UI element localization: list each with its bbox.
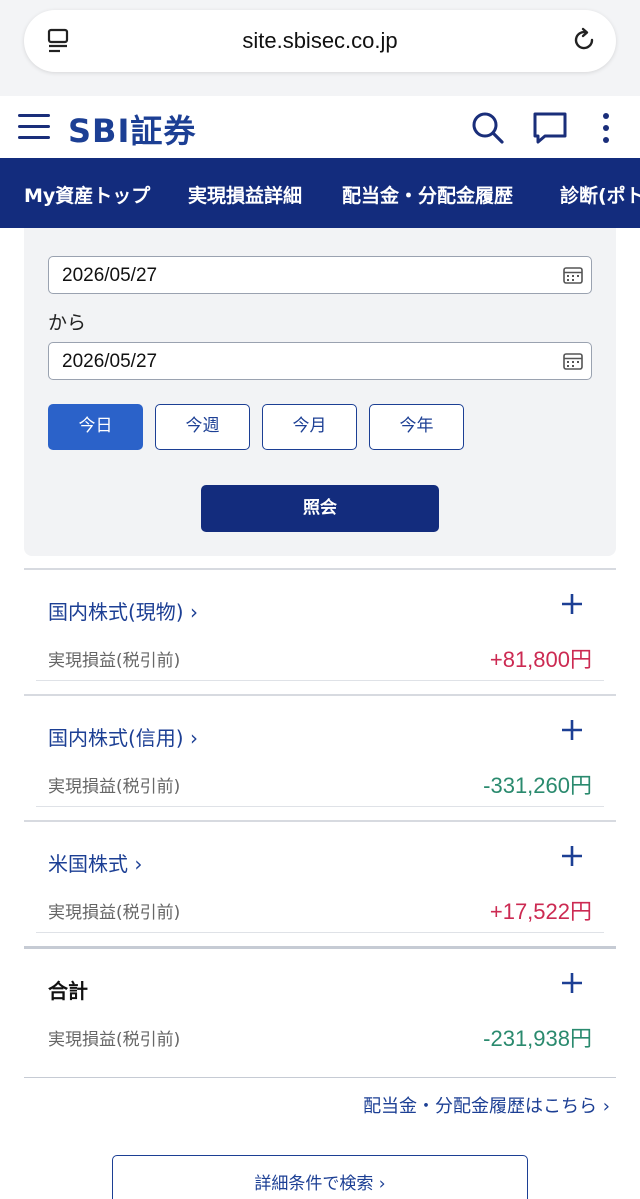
divider xyxy=(24,1077,616,1078)
more-icon[interactable] xyxy=(592,110,620,146)
search-icon[interactable] xyxy=(470,110,506,146)
chevron-right-icon: › xyxy=(134,852,143,876)
chevron-right-icon: › xyxy=(189,726,198,750)
section-title-link[interactable]: 国内株式(信用) › xyxy=(48,722,198,751)
nav-realized-pl-detail[interactable]: 実現損益詳細 xyxy=(188,181,302,208)
plus-icon[interactable] xyxy=(560,971,584,995)
filter-panel: 2026/05/27 から 2026/05/27 今日 今週 今月 今年 照会 xyxy=(24,228,616,556)
menu-icon[interactable] xyxy=(18,114,50,144)
pl-value: -231,938円 xyxy=(483,1026,592,1051)
nav-my-assets-top[interactable]: My資産トップ xyxy=(24,181,150,208)
query-button[interactable]: 照会 xyxy=(201,485,439,532)
section-title: 米国株式 xyxy=(48,852,128,876)
section-title-link[interactable]: 米国株式 › xyxy=(48,848,142,877)
calendar-icon[interactable] xyxy=(563,266,583,284)
section-title: 国内株式(信用) xyxy=(48,726,184,750)
chevron-right-icon: › xyxy=(602,1096,610,1117)
dividend-history-label: 配当金・分配金履歴はこちら xyxy=(363,1096,598,1117)
divider xyxy=(36,680,604,681)
total-title: 合計 xyxy=(48,979,88,1003)
plus-icon[interactable] xyxy=(560,718,584,742)
reload-icon[interactable] xyxy=(570,26,598,54)
pl-label: 実現損益(税引前) xyxy=(48,777,181,797)
result-domestic-cash: 国内株式(現物) › 実現損益(税引前) +81,800円 xyxy=(24,568,616,694)
nav-bar: My資産トップ 実現損益詳細 配当金・分配金履歴 診断(ポト xyxy=(0,158,640,228)
pl-value: -331,260円 xyxy=(483,773,592,798)
date-to-field[interactable]: 2026/05/27 xyxy=(48,342,592,380)
section-title: 国内株式(現物) xyxy=(48,600,184,624)
date-from-value: 2026/05/27 xyxy=(62,265,158,286)
date-range-connector: から xyxy=(48,312,87,334)
url-text[interactable]: site.sbisec.co.jp xyxy=(24,28,616,54)
result-us-stocks: 米国株式 › 実現損益(税引前) +17,522円 xyxy=(24,820,616,946)
nav-diagnosis[interactable]: 診断(ポト xyxy=(560,181,640,208)
section-title-link[interactable]: 国内株式(現物) › xyxy=(48,596,198,625)
period-this-month-button[interactable]: 今月 xyxy=(262,404,357,450)
browser-toolbar: site.sbisec.co.jp xyxy=(0,0,640,96)
chevron-right-icon: › xyxy=(189,600,198,624)
result-domestic-margin: 国内株式(信用) › 実現損益(税引前) -331,260円 xyxy=(24,694,616,820)
date-from-field[interactable]: 2026/05/27 xyxy=(48,256,592,294)
date-to-value: 2026/05/27 xyxy=(62,351,158,372)
address-bar[interactable]: site.sbisec.co.jp xyxy=(24,10,616,72)
pl-value: +81,800円 xyxy=(489,647,592,672)
pl-label: 実現損益(税引前) xyxy=(48,1030,181,1050)
plus-icon[interactable] xyxy=(560,844,584,868)
chevron-right-icon: › xyxy=(378,1174,386,1194)
site-header: SBI証券 xyxy=(0,96,640,158)
detail-search-label: 詳細条件で検索 xyxy=(254,1174,374,1194)
divider xyxy=(36,806,604,807)
pl-label: 実現損益(税引前) xyxy=(48,903,181,923)
divider xyxy=(36,932,604,933)
plus-icon[interactable] xyxy=(560,592,584,616)
detail-search-button[interactable]: 詳細条件で検索 › xyxy=(112,1155,528,1199)
period-this-year-button[interactable]: 今年 xyxy=(369,404,464,450)
dividend-history-link[interactable]: 配当金・分配金履歴はこちら › xyxy=(363,1092,610,1118)
nav-dividend-history[interactable]: 配当金・分配金履歴 xyxy=(342,181,513,208)
period-today-button[interactable]: 今日 xyxy=(48,404,143,450)
result-total: 合計 実現損益(税引前) -231,938円 xyxy=(24,946,616,1078)
calendar-icon[interactable] xyxy=(563,352,583,370)
chat-icon[interactable] xyxy=(532,110,568,146)
period-this-week-button[interactable]: 今週 xyxy=(155,404,250,450)
pl-value: +17,522円 xyxy=(489,899,592,924)
site-logo[interactable]: SBI証券 xyxy=(68,106,196,152)
pl-label: 実現損益(税引前) xyxy=(48,651,181,671)
